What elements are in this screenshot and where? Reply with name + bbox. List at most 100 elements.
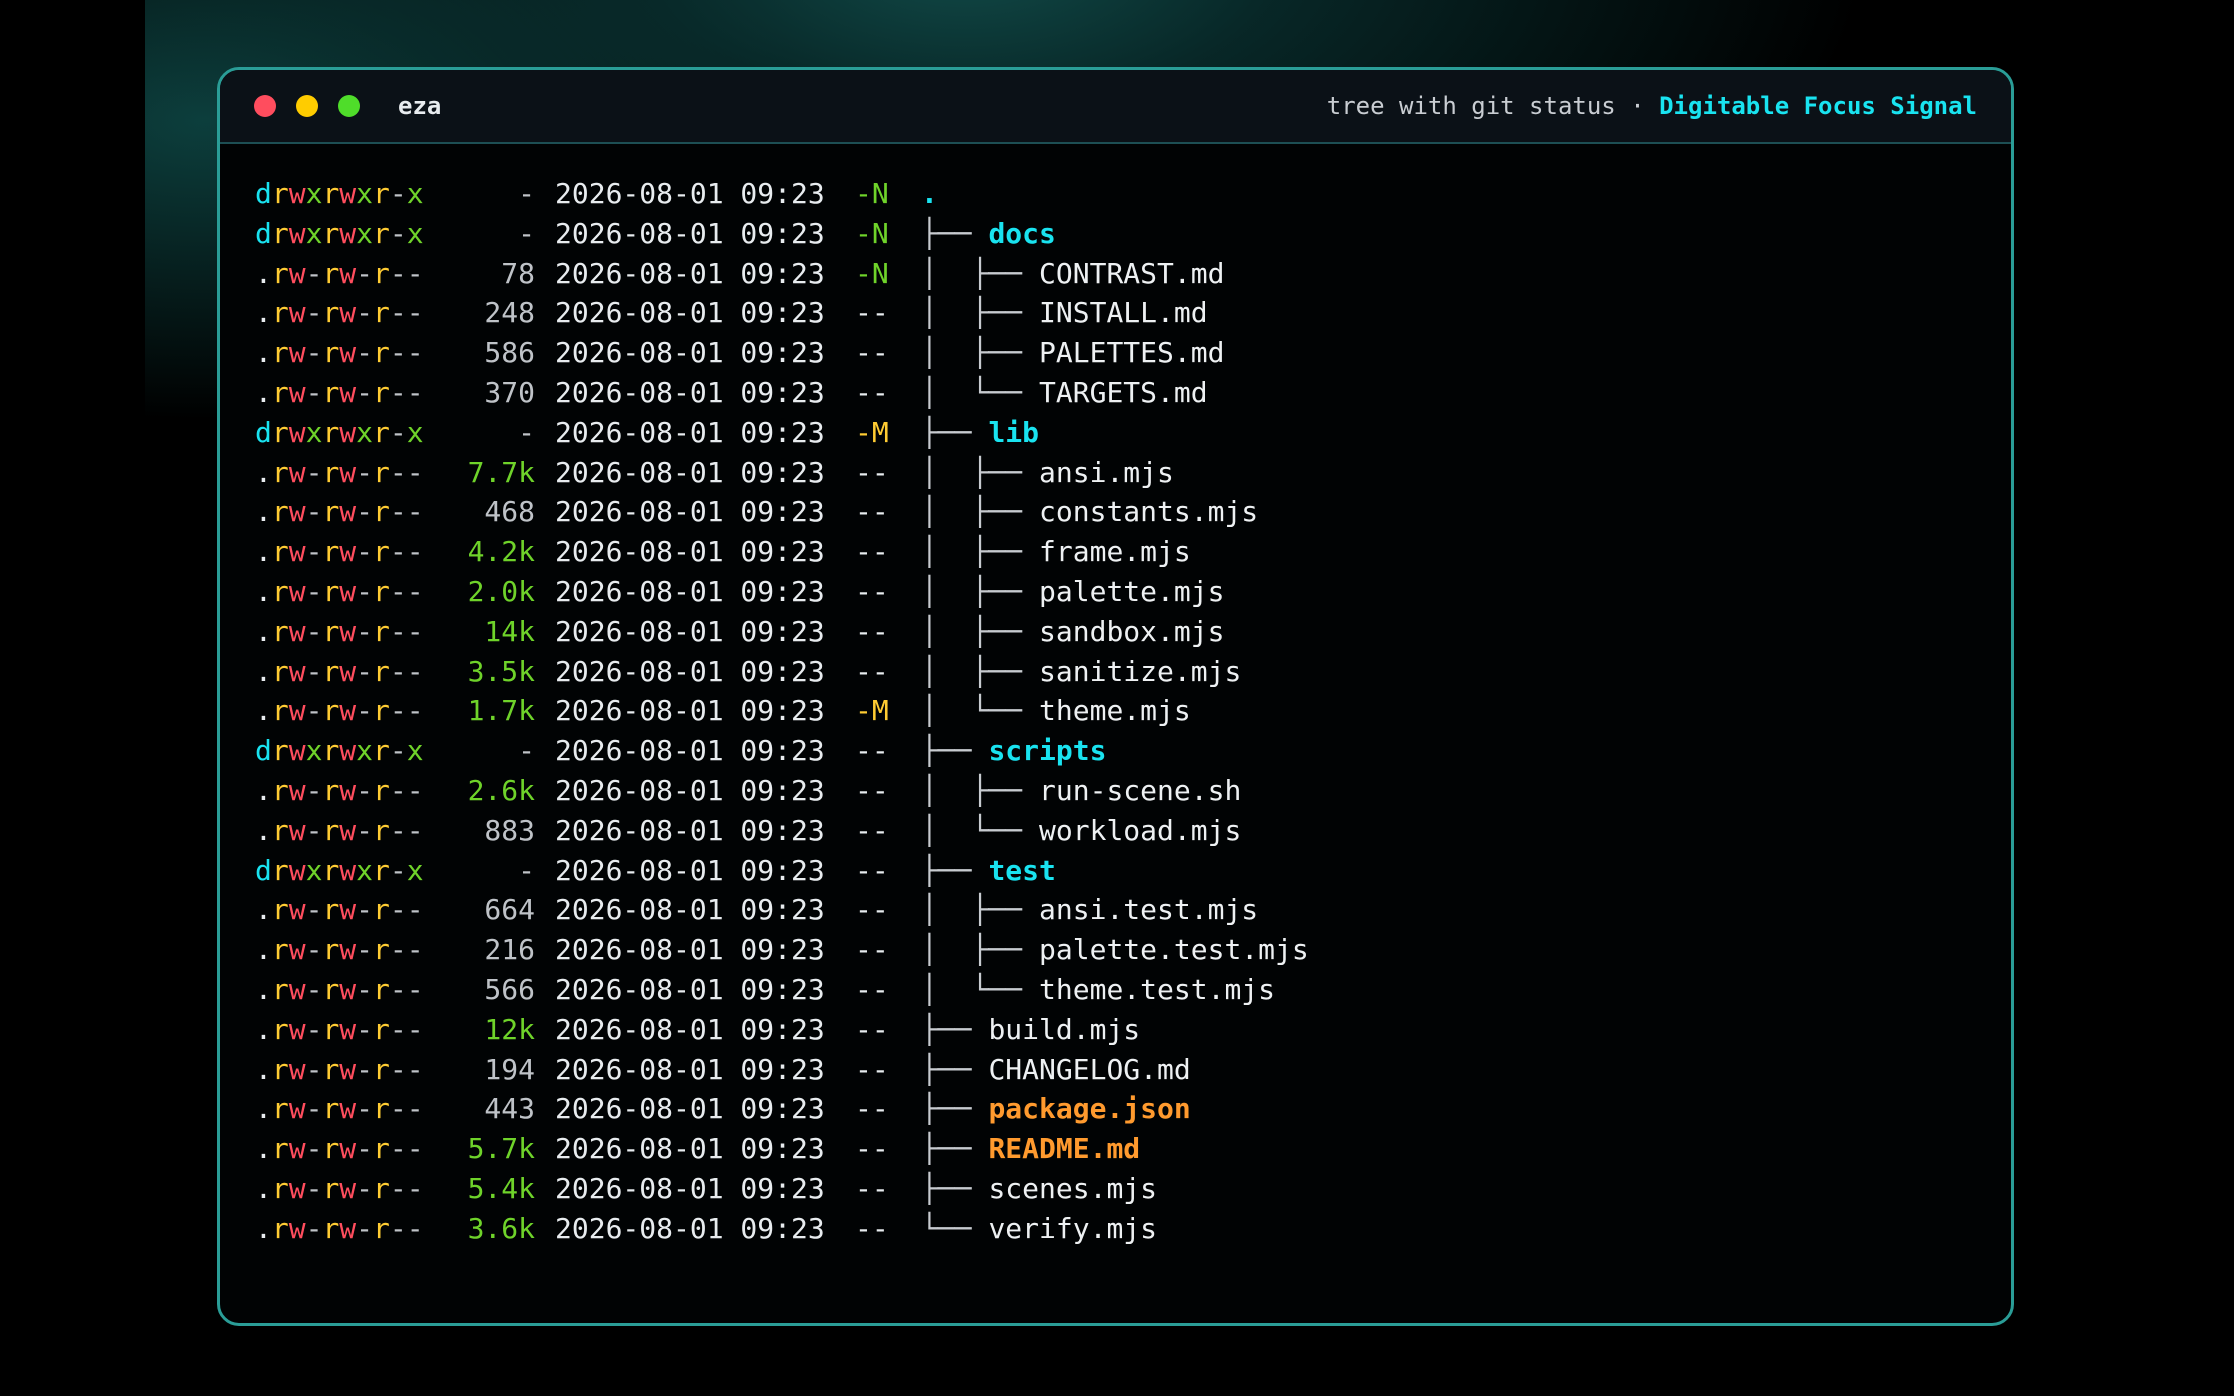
listing-row[interactable]: .rw-rw-r-- 468 2026-08-01 09:23 -- │ ├── con… [255,492,1309,532]
file-name[interactable]: sanitize.mjs [1039,652,1241,692]
listing-row[interactable]: drwxrwxr-x -2026-08-01 09:23 -- ├── scripts [255,731,1309,771]
file-size: 566 [484,972,535,1006]
listing-row[interactable]: .rw-rw-r-- 2.0k 2026-08-01 09:23 -- │ ├── pa… [255,572,1309,612]
tree-branch: └── [921,1211,989,1245]
listing-row[interactable]: .rw-rw-r-- 2.6k 2026-08-01 09:23 -- │ ├── ru… [255,771,1309,811]
listing-row[interactable]: .rw-rw-r-- 216 2026-08-01 09:23 -- │ ├── pal… [255,930,1309,970]
modified-date: 2026-08-01 09:23 [555,893,825,927]
permissions: .rw-rw-r-- [255,694,424,728]
listing-row[interactable]: .rw-rw-r-- 3.6k 2026-08-01 09:23 -- └── veri… [255,1209,1309,1249]
git-status: -- [855,375,889,409]
permissions: .rw-rw-r-- [255,1171,424,1205]
file-name[interactable]: CONTRAST.md [1039,254,1224,294]
file-size: 586 [484,336,535,370]
listing-row[interactable]: .rw-rw-r-- 5.7k 2026-08-01 09:23 -- ├── READ… [255,1129,1309,1169]
file-size: 443 [484,1092,535,1126]
listing-row[interactable]: .rw-rw-r-- 5.4k 2026-08-01 09:23 -- ├── scen… [255,1169,1309,1209]
directory-name[interactable]: lib [988,413,1039,453]
listing-row[interactable]: .rw-rw-r-- 12k 2026-08-01 09:23 -- ├── build… [255,1010,1309,1050]
listing-row[interactable]: drwxrwxr-x -2026-08-01 09:23 -N ├── docs [255,214,1309,254]
listing-row[interactable]: drwxrwxr-x -2026-08-01 09:23 -N. [255,174,1309,214]
tree-branch: │ ├── [921,654,1040,688]
directory-name[interactable]: scripts [988,731,1106,771]
tree-branch: ├── [921,1092,989,1126]
file-name[interactable]: INSTALL.md [1039,293,1208,333]
listing-row[interactable]: .rw-rw-r-- 194 2026-08-01 09:23 -- ├── CHANG… [255,1050,1309,1090]
git-status: -- [855,933,889,967]
permissions: .rw-rw-r-- [255,336,424,370]
listing-row[interactable]: drwxrwxr-x -2026-08-01 09:23 -M ├── lib [255,413,1309,453]
listing-row[interactable]: .rw-rw-r-- 566 2026-08-01 09:23 -- │ └── the… [255,970,1309,1010]
file-name[interactable]: workload.mjs [1039,811,1241,851]
file-name[interactable]: ansi.test.mjs [1039,890,1258,930]
modified-date: 2026-08-01 09:23 [555,375,825,409]
directory-name[interactable]: test [988,851,1055,891]
permissions: .rw-rw-r-- [255,375,424,409]
subtitle-theme-name: Digitable Focus Signal [1659,92,1977,120]
modified-date: 2026-08-01 09:23 [555,1052,825,1086]
file-size: 3.6k [467,1211,535,1245]
directory-name[interactable]: . [921,174,938,214]
file-name[interactable]: build.mjs [988,1010,1140,1050]
permissions: .rw-rw-r-- [255,893,424,927]
file-name[interactable]: sandbox.mjs [1039,612,1224,652]
file-name[interactable]: package.json [988,1089,1190,1129]
file-name[interactable]: scenes.mjs [988,1169,1157,1209]
file-name[interactable]: verify.mjs [988,1209,1157,1249]
file-name[interactable]: README.md [988,1129,1140,1169]
listing-row[interactable]: .rw-rw-r-- 14k 2026-08-01 09:23 -- │ ├── san… [255,612,1309,652]
file-name[interactable]: palette.mjs [1039,572,1224,612]
tree-branch: │ ├── [921,773,1040,807]
permissions: .rw-rw-r-- [255,256,424,290]
modified-date: 2026-08-01 09:23 [555,933,825,967]
file-name[interactable]: TARGETS.md [1039,373,1208,413]
directory-name[interactable]: docs [988,214,1055,254]
git-status: -- [855,773,889,807]
git-status: -N [855,216,889,250]
listing-row[interactable]: .rw-rw-r-- 370 2026-08-01 09:23 -- │ └── TAR… [255,373,1309,413]
tree-branch: │ ├── [921,336,1040,370]
modified-date: 2026-08-01 09:23 [555,415,825,449]
modified-date: 2026-08-01 09:23 [555,654,825,688]
listing-row[interactable]: .rw-rw-r-- 586 2026-08-01 09:23 -- │ ├── PAL… [255,333,1309,373]
file-size: - [518,853,535,887]
listing-row[interactable]: .rw-rw-r-- 7.7k 2026-08-01 09:23 -- │ ├── an… [255,453,1309,493]
file-name[interactable]: CHANGELOG.md [988,1050,1190,1090]
tree-branch: │ ├── [921,455,1040,489]
listing-row[interactable]: .rw-rw-r-- 883 2026-08-01 09:23 -- │ └── wor… [255,811,1309,851]
file-name[interactable]: constants.mjs [1039,492,1258,532]
git-status: -- [855,972,889,1006]
close-window-button[interactable] [254,95,276,117]
git-status: -- [855,455,889,489]
minimize-window-button[interactable] [296,95,318,117]
file-size: - [518,415,535,449]
permissions: drwxrwxr-x [255,177,424,210]
git-status: -- [855,495,889,529]
tree-branch: │ ├── [921,256,1040,290]
listing-row[interactable]: .rw-rw-r-- 78 2026-08-01 09:23 -N │ ├── CONT… [255,254,1309,294]
listing-row[interactable]: .rw-rw-r-- 1.7k 2026-08-01 09:23 -M │ └── th… [255,691,1309,731]
listing-row[interactable]: .rw-rw-r-- 4.2k 2026-08-01 09:23 -- │ ├── fr… [255,532,1309,572]
tree-branch: │ ├── [921,495,1040,529]
permissions: .rw-rw-r-- [255,773,424,807]
file-name[interactable]: frame.mjs [1039,532,1191,572]
listing-row[interactable]: .rw-rw-r-- 664 2026-08-01 09:23 -- │ ├── ans… [255,890,1309,930]
file-name[interactable]: PALETTES.md [1039,333,1224,373]
file-name[interactable]: run-scene.sh [1039,771,1241,811]
git-status: -- [855,1012,889,1046]
file-name[interactable]: palette.test.mjs [1039,930,1309,970]
git-status: -- [855,893,889,927]
listing-row[interactable]: drwxrwxr-x -2026-08-01 09:23 -- ├── test [255,851,1309,891]
git-status: -- [855,296,889,330]
git-status: -- [855,1171,889,1205]
listing-row[interactable]: .rw-rw-r-- 443 2026-08-01 09:23 -- ├── packa… [255,1089,1309,1129]
git-status: -- [855,1211,889,1245]
file-name[interactable]: theme.test.mjs [1039,970,1275,1010]
modified-date: 2026-08-01 09:23 [555,853,825,887]
file-name[interactable]: ansi.mjs [1039,453,1174,493]
file-name[interactable]: theme.mjs [1039,691,1191,731]
maximize-window-button[interactable] [338,95,360,117]
tree-branch: │ └── [921,375,1040,409]
listing-row[interactable]: .rw-rw-r-- 3.5k 2026-08-01 09:23 -- │ ├── sa… [255,652,1309,692]
listing-row[interactable]: .rw-rw-r-- 248 2026-08-01 09:23 -- │ ├── INS… [255,293,1309,333]
